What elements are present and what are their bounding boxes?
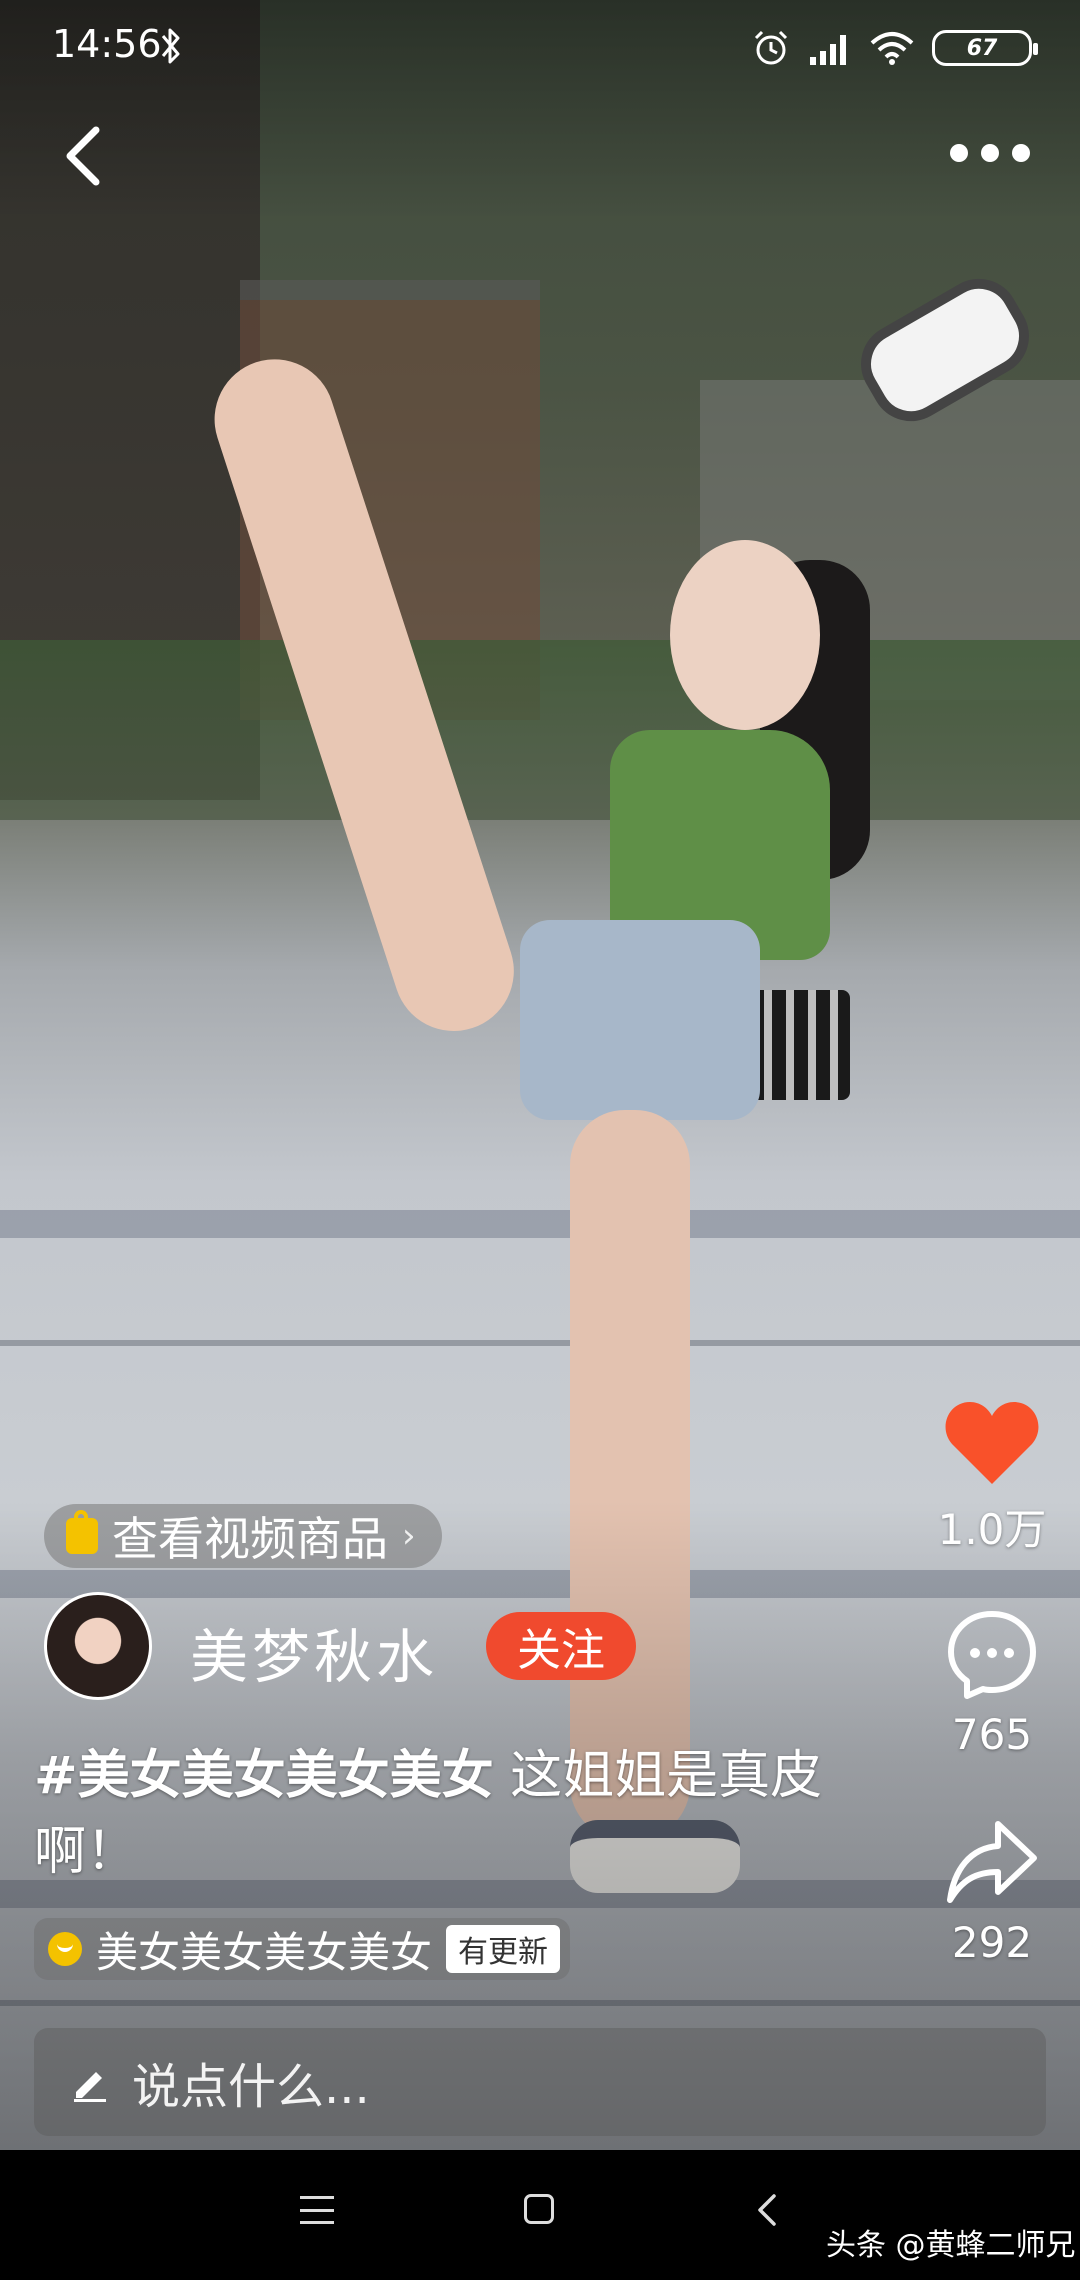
chevron-right-icon: › <box>402 1516 416 1556</box>
home-square-icon[interactable] <box>524 2194 554 2224</box>
caption-hashtag[interactable]: #美女美女美女美女 <box>34 1746 494 1806</box>
battery-level: 67 <box>966 35 998 61</box>
dancer-shorts <box>520 920 760 1120</box>
background-hedge <box>0 640 1080 820</box>
author-avatar[interactable] <box>44 1592 152 1700</box>
battery-icon: 67 <box>932 30 1038 66</box>
status-time: 14:56 <box>52 22 162 66</box>
dancer-head <box>670 540 820 730</box>
menu-line <box>300 2196 334 2199</box>
dancer-bag <box>750 990 850 1100</box>
more-dots-icon[interactable] <box>950 138 1030 168</box>
shopping-bag-icon <box>66 1510 98 1554</box>
heart-icon <box>945 1402 1039 1484</box>
comment-input[interactable]: 说点什么... <box>34 2028 1046 2136</box>
comment-bubble-icon <box>948 1611 1036 1699</box>
share-button[interactable]: 292 <box>912 1818 1072 1967</box>
comment-count: 765 <box>951 1710 1033 1759</box>
comment-button[interactable]: 765 <box>912 1610 1072 1759</box>
author-name[interactable]: 美梦秋水 <box>190 1610 438 1694</box>
dot <box>1012 144 1030 162</box>
collection-name: 美女美女美女美女 <box>96 1927 433 1977</box>
menu-line <box>300 2221 334 2224</box>
menu-line <box>300 2208 334 2212</box>
share-count: 292 <box>951 1918 1033 1967</box>
pencil-icon <box>74 2072 106 2102</box>
nav-back-icon[interactable] <box>752 2190 782 2230</box>
bluetooth-icon <box>161 28 180 64</box>
video-caption: #美女美女美女美女 这姐姐是真皮啊！ <box>34 1738 864 1890</box>
chevron-left-icon[interactable] <box>56 120 112 192</box>
wifi-icon <box>870 32 914 65</box>
comment-placeholder: 说点什么... <box>132 2059 370 2115</box>
smile-icon <box>48 1932 82 1966</box>
watermark: 头条 @黄蜂二师兄 <box>826 2228 1076 2263</box>
pavement-line <box>0 1340 1080 1346</box>
like-button[interactable]: 1.0万 <box>912 1400 1072 1557</box>
alarm-icon <box>754 30 788 65</box>
status-icons: 67 <box>752 24 1038 72</box>
pavement-stripe <box>0 1210 1080 1238</box>
view-products-button[interactable]: 查看视频商品 › <box>44 1504 442 1568</box>
share-arrow-icon <box>947 1821 1037 1903</box>
dot <box>950 144 968 162</box>
signal-icon <box>810 35 846 65</box>
menu-icon[interactable] <box>300 2196 334 2224</box>
update-badge: 有更新 <box>446 1925 561 1973</box>
view-products-label: 查看视频商品 <box>112 1512 388 1566</box>
follow-button[interactable]: 关注 <box>486 1612 636 1680</box>
dot <box>981 144 999 162</box>
collection-link[interactable]: 美女美女美女美女 有更新 <box>34 1918 571 1980</box>
status-bar: 14:56 67 <box>0 0 1080 96</box>
like-count: 1.0万 <box>937 1505 1047 1554</box>
